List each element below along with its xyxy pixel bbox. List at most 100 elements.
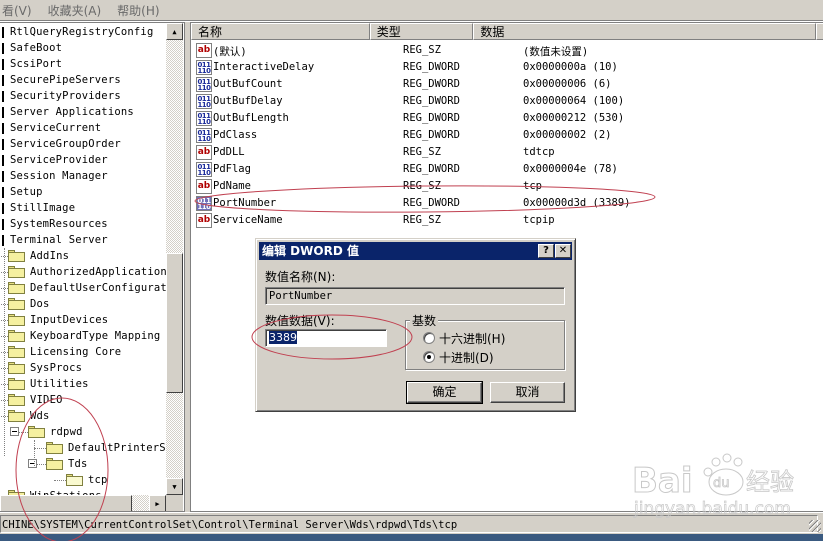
- tree-folder-item[interactable]: Dos: [0, 296, 166, 312]
- dword-value-icon: 011 110: [196, 77, 212, 92]
- value-data-input[interactable]: 3389: [265, 329, 387, 347]
- value-type: REG_DWORD: [403, 61, 460, 73]
- folder-body: [8, 364, 25, 374]
- value-type: REG_SZ: [403, 180, 441, 192]
- tree-folder-item[interactable]: AuthorizedApplications: [0, 264, 166, 280]
- value-row[interactable]: 011 110 PdClass REG_DWORD 0x00000002 (2): [191, 127, 823, 144]
- value-row[interactable]: ab ServiceName REG_SZ tcpip: [191, 212, 823, 229]
- menu-favorites[interactable]: 收藏夹(A): [48, 2, 102, 19]
- value-name: (默认): [213, 46, 247, 58]
- resize-grip[interactable]: [809, 520, 821, 532]
- tree-item-label: ServiceGroupOrder: [10, 138, 121, 150]
- collapse-icon[interactable]: [28, 459, 37, 468]
- value-row[interactable]: 011 110 PortNumber REG_DWORD 0x00000d3d (338…: [191, 195, 823, 212]
- folder-body: [28, 428, 45, 438]
- edit-dword-dialog: 编辑 DWORD 值 ? ✕ 数值名称(N): PortNumber 数值数据(…: [255, 238, 576, 412]
- dword-value-icon: 011 110: [196, 94, 212, 109]
- column-header-type[interactable]: 类型: [369, 23, 474, 40]
- folder-icon: [8, 362, 26, 374]
- tree-folder-item[interactable]: KeyboardType Mapping: [0, 328, 166, 344]
- value-row[interactable]: 011 110 OutBufLength REG_DWORD 0x00000212 (5…: [191, 110, 823, 127]
- value-name: PdClass: [213, 129, 258, 141]
- value-row[interactable]: 011 110 InteractiveDelay REG_DWORD 0x0000000…: [191, 59, 823, 76]
- list-header: 名称 类型 数据: [191, 23, 823, 40]
- tree-vertical-scrollbar[interactable]: ▲ ▼: [166, 23, 183, 495]
- column-header-filler: [815, 23, 823, 40]
- registry-tree: RtlQueryRegistryConfig SafeBoot ScsiPort Se…: [0, 23, 166, 495]
- tree-folder-item[interactable]: WinStations: [0, 488, 166, 495]
- value-row[interactable]: 011 110 PdFlag REG_DWORD 0x0000004e (78): [191, 161, 823, 178]
- value-row[interactable]: 011 110 OutBufDelay REG_DWORD 0x00000064 (10…: [191, 93, 823, 110]
- scroll-thumb[interactable]: [166, 253, 183, 393]
- column-header-data[interactable]: 数据: [473, 23, 816, 40]
- tree-guide-line: [34, 440, 35, 468]
- folder-icon: [28, 426, 46, 438]
- radio-hex[interactable]: [423, 332, 435, 344]
- tree-folder-item[interactable]: Licensing Core: [0, 344, 166, 360]
- tree-connector-line: [2, 219, 4, 230]
- value-row[interactable]: 011 110 OutBufCount REG_DWORD 0x00000006 (6): [191, 76, 823, 93]
- tree-connector-line: [2, 27, 4, 38]
- cancel-button[interactable]: 取消: [490, 382, 565, 403]
- taskbar-edge: [0, 534, 823, 541]
- tree-item-label: StillImage: [10, 202, 76, 214]
- value-name: OutBufDelay: [213, 95, 283, 107]
- menu-bar: 看(V) 收藏夹(A) 帮助(H): [0, 0, 823, 20]
- tree-folder-item[interactable]: DefaultUserConfiguratio: [0, 280, 166, 296]
- value-row[interactable]: ab PdName REG_SZ tcp: [191, 178, 823, 195]
- folder-body: [8, 332, 25, 342]
- value-name-field[interactable]: PortNumber: [265, 287, 565, 305]
- radio-hex-label[interactable]: 十六进制(H): [439, 330, 505, 347]
- tree-folder-item[interactable]: tcp: [54, 472, 166, 488]
- tree-guide-line: [4, 248, 5, 456]
- string-value-icon: ab: [196, 43, 212, 58]
- radio-decimal[interactable]: [423, 351, 435, 363]
- value-data: 0x00000006 (6): [523, 78, 612, 90]
- ok-button[interactable]: 确定: [406, 381, 483, 404]
- value-type: REG_SZ: [403, 44, 441, 56]
- tree-folder-item[interactable]: InputDevices: [0, 312, 166, 328]
- scroll-right-button[interactable]: ▶: [149, 495, 166, 511]
- tree-connector-line: [2, 235, 4, 246]
- value-type: REG_SZ: [403, 214, 441, 226]
- collapse-icon[interactable]: [10, 427, 19, 436]
- value-data: 0x0000004e (78): [523, 163, 618, 175]
- tree-item-label: DefaultUserConfiguratio: [30, 282, 166, 294]
- value-data: tdtcp: [523, 146, 555, 158]
- help-button[interactable]: ?: [538, 244, 554, 258]
- menu-help[interactable]: 帮助(H): [117, 2, 159, 19]
- hscroll-thumb[interactable]: [0, 495, 132, 511]
- dword-value-icon: 011 110: [196, 162, 212, 177]
- value-type: REG_DWORD: [403, 129, 460, 141]
- tree-connector-line: [2, 123, 4, 134]
- tree-connector-line: [2, 75, 4, 86]
- tree-connector-line: [2, 139, 4, 150]
- tree-folder-item[interactable]: rdpwd: [10, 424, 166, 440]
- folder-icon: [8, 330, 26, 342]
- value-row[interactable]: ab (默认) REG_SZ (数值未设置): [191, 42, 823, 59]
- radio-decimal-label[interactable]: 十进制(D): [439, 349, 494, 366]
- tree-folder-item[interactable]: AddIns: [0, 248, 166, 264]
- scroll-up-button[interactable]: ▲: [166, 23, 183, 40]
- column-header-name[interactable]: 名称: [191, 23, 370, 40]
- value-name-label: 数值名称(N):: [265, 270, 336, 284]
- value-row[interactable]: ab PdDLL REG_SZ tdtcp: [191, 144, 823, 161]
- value-type: REG_DWORD: [403, 95, 460, 107]
- tree-folder-item[interactable]: Utilities: [0, 376, 166, 392]
- close-button[interactable]: ✕: [555, 244, 571, 258]
- tree-folder-item[interactable]: Tds: [28, 456, 166, 472]
- tree-folder-item[interactable]: Wds: [0, 408, 166, 424]
- tree-folder-item[interactable]: SysProcs: [0, 360, 166, 376]
- tree-item-label: Server Applications: [10, 106, 134, 118]
- dialog-titlebar[interactable]: 编辑 DWORD 值 ? ✕: [259, 242, 572, 260]
- string-value-icon: ab: [196, 213, 212, 228]
- tree-folder-item[interactable]: VIDEO: [0, 392, 166, 408]
- tree-horizontal-scrollbar[interactable]: ▶: [0, 495, 166, 511]
- folder-body: [8, 316, 25, 326]
- scrollbar-corner: [166, 495, 183, 511]
- menu-view[interactable]: 看(V): [2, 2, 32, 19]
- folder-body: [8, 252, 25, 262]
- scroll-down-button[interactable]: ▼: [166, 478, 183, 495]
- tree-folder-item[interactable]: DefaultPrinterSto: [34, 440, 166, 456]
- tree-connector-line: [2, 171, 4, 182]
